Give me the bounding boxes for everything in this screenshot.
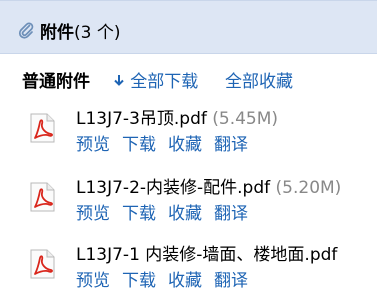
preview-link[interactable]: 预览 [76, 204, 110, 224]
preview-link[interactable]: 预览 [76, 135, 110, 155]
pdf-file-icon [30, 182, 55, 212]
download-link[interactable]: 下载 [122, 271, 156, 291]
attachment-item: L13J7-3吊顶.pdf (5.45M) 预览 下载 收藏 翻译 [24, 108, 377, 168]
attachment-toolbar: 普通附件 全部下载 全部收藏 [22, 70, 293, 94]
collect-link[interactable]: 收藏 [168, 204, 202, 224]
attachments-title: 附件(3 个) [40, 23, 120, 43]
attachments-count: (3 个) [74, 23, 121, 43]
file-actions: 预览 下载 收藏 翻译 [76, 203, 260, 225]
paperclip-icon [18, 22, 34, 39]
attachments-header: 附件(3 个) [0, 0, 377, 54]
translate-link[interactable]: 翻译 [214, 135, 248, 155]
group-label: 普通附件 [22, 72, 90, 92]
file-actions: 预览 下载 收藏 翻译 [76, 270, 260, 292]
file-name-text[interactable]: L13J7-3吊顶.pdf [76, 109, 207, 129]
pdf-file-icon [30, 113, 55, 143]
file-size: (5.20M) [275, 178, 342, 198]
download-all-link[interactable]: 全部下载 [130, 72, 198, 92]
attachment-item: L13J7-2-内装修-配件.pdf (5.20M) 预览 下载 收藏 翻译 [24, 177, 377, 237]
collect-link[interactable]: 收藏 [168, 135, 202, 155]
translate-link[interactable]: 翻译 [214, 271, 248, 291]
pdf-file-icon [30, 249, 55, 279]
file-name-text[interactable]: L13J7-1 内装修-墙面、楼地面.pdf [76, 245, 337, 265]
file-actions: 预览 下载 收藏 翻译 [76, 134, 260, 156]
attachment-item: L13J7-1 内装修-墙面、楼地面.pdf 预览 下载 收藏 翻译 [24, 244, 377, 304]
preview-link[interactable]: 预览 [76, 271, 110, 291]
arrow-down-icon [114, 75, 124, 86]
file-name-text[interactable]: L13J7-2-内装修-配件.pdf [76, 178, 270, 198]
translate-link[interactable]: 翻译 [214, 204, 248, 224]
file-name[interactable]: L13J7-3吊顶.pdf (5.45M) [76, 108, 278, 130]
file-size: (5.45M) [212, 109, 279, 129]
file-name[interactable]: L13J7-2-内装修-配件.pdf (5.20M) [76, 177, 341, 199]
download-link[interactable]: 下载 [122, 204, 156, 224]
download-link[interactable]: 下载 [122, 135, 156, 155]
file-name[interactable]: L13J7-1 内装修-墙面、楼地面.pdf [76, 244, 337, 266]
attachments-title-label: 附件 [40, 23, 74, 43]
collect-all-link[interactable]: 全部收藏 [225, 72, 293, 92]
collect-link[interactable]: 收藏 [168, 271, 202, 291]
